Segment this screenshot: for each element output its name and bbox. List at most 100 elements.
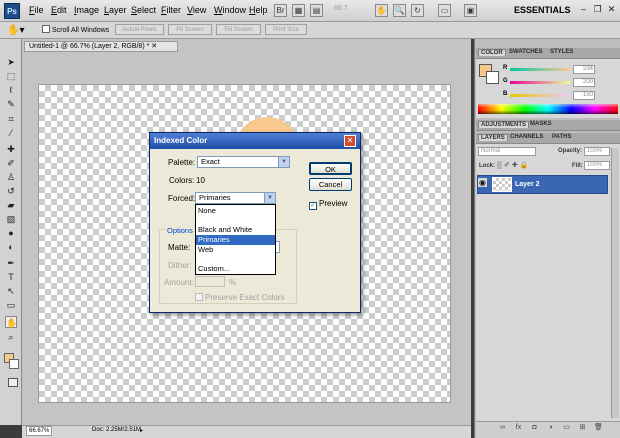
history-brush-tool-icon[interactable]: ↺ (5, 185, 17, 197)
fit-screen-button[interactable]: Fit Screen (168, 24, 212, 35)
color-spectrum-bar[interactable] (478, 104, 618, 114)
checkbox-icon[interactable] (42, 25, 50, 33)
move-tool-icon[interactable]: ➤ (5, 56, 17, 68)
color-panel-background-swatch[interactable] (486, 71, 499, 84)
blend-mode-select[interactable]: Normal (478, 147, 536, 156)
palette-select[interactable]: Exact ▼ (197, 156, 290, 168)
blur-tool-icon[interactable]: ● (5, 227, 17, 239)
preserve-exact-colors[interactable]: Preserve Exact Colors (195, 293, 285, 302)
layers-scrollbar[interactable] (611, 148, 619, 418)
blue-value[interactable]: 150 (573, 91, 595, 100)
eyedropper-tool-icon[interactable]: ⁄ (5, 127, 17, 139)
minibridge-icon[interactable]: ▦ (292, 4, 305, 17)
hand-icon[interactable]: ✋ (375, 4, 388, 17)
preview-checkbox[interactable]: ✓ Preview (309, 199, 347, 210)
close-icon[interactable]: ✕ (606, 4, 617, 15)
screen-mode-icon[interactable]: ▭ (438, 4, 451, 17)
dropdown-item-web[interactable]: Web (196, 245, 275, 255)
eraser-tool-icon[interactable]: ▰ (5, 199, 17, 211)
background-color-swatch[interactable] (9, 359, 19, 369)
tab-color[interactable]: COLOR (478, 49, 506, 56)
menu-file[interactable]: File (29, 5, 44, 15)
close-tab-icon[interactable]: ✕ (151, 43, 157, 50)
red-value[interactable]: 234 (573, 65, 595, 74)
layer-mask-icon[interactable]: ◘ (530, 423, 539, 432)
shape-tool-icon[interactable]: ▭ (5, 299, 17, 311)
lock-icons[interactable]: ▒✐✚🔒 (497, 161, 530, 169)
layer-style-icon[interactable]: fx (514, 423, 523, 432)
quick-mask-icon[interactable] (8, 378, 18, 387)
tab-layers[interactable]: LAYERS (478, 134, 508, 141)
menu-help[interactable]: Help (249, 5, 268, 15)
dodge-tool-icon[interactable]: ◐ (5, 241, 17, 253)
healing-brush-tool-icon[interactable]: ✚ (5, 143, 17, 155)
zoom-field[interactable]: 66.67% (26, 426, 52, 436)
document-tab[interactable]: Untitled-1 @ 66.7% (Layer 2, RGB/8) * ✕ (24, 41, 178, 52)
print-size-button[interactable]: Print Size (265, 24, 307, 35)
chevron-down-icon[interactable]: ▼ (264, 193, 275, 203)
quick-selection-tool-icon[interactable]: ✎ (5, 98, 17, 110)
opacity-field[interactable]: 100% (584, 147, 610, 156)
menu-image[interactable]: Image (74, 5, 99, 15)
fill-screen-button[interactable]: Fill Screen (216, 24, 261, 35)
tab-adjustments[interactable]: ADJUSTMENTS (478, 121, 530, 128)
brush-tool-icon[interactable]: ✐ (5, 157, 17, 169)
tab-styles[interactable]: STYLES (550, 49, 573, 55)
group-icon[interactable]: ▭ (562, 423, 571, 432)
hand-tool-preset-icon[interactable]: ✋▾ (7, 24, 33, 37)
dialog-close-icon[interactable]: ✕ (344, 135, 356, 147)
amount-field[interactable] (195, 276, 225, 287)
restore-icon[interactable]: ❐ (592, 4, 603, 15)
adjustment-layer-icon[interactable]: ◑ (546, 423, 555, 432)
tab-channels[interactable]: CHANNELS (510, 134, 543, 140)
minimize-icon[interactable]: – (578, 4, 589, 15)
zoom-level-menu[interactable]: 66.7 (334, 5, 348, 12)
zoom-tool-icon[interactable]: ⌕ (5, 331, 17, 343)
zoom-icon[interactable]: 🔍 (393, 4, 406, 17)
pen-tool-icon[interactable]: ✒ (5, 257, 17, 269)
hand-tool-icon[interactable]: ✋ (5, 316, 17, 328)
lasso-tool-icon[interactable]: ℓ (5, 84, 17, 96)
dropdown-item-none[interactable]: None (196, 206, 275, 216)
forced-select[interactable]: Primaries ▼ (195, 192, 276, 204)
status-menu-arrow-icon[interactable]: ▸ (140, 427, 143, 434)
new-layer-icon[interactable]: ⊞ (578, 423, 587, 432)
workspace-switcher[interactable]: ESSENTIALS (514, 5, 571, 15)
red-slider[interactable] (510, 68, 570, 71)
check-icon[interactable]: ✓ (309, 202, 317, 210)
menu-select[interactable]: Select (131, 5, 156, 15)
tab-swatches[interactable]: SWATCHES (509, 49, 543, 55)
link-layers-icon[interactable]: ∞ (498, 423, 507, 432)
trash-icon[interactable]: 🗑 (594, 423, 603, 432)
dropdown-item-black-and-white[interactable]: Black and White (196, 225, 275, 235)
clone-stamp-tool-icon[interactable]: ♙ (5, 171, 17, 183)
blue-slider[interactable] (510, 94, 570, 97)
rotate-view-icon[interactable]: ↻ (411, 4, 424, 17)
menu-layer[interactable]: Layer (104, 5, 127, 15)
path-selection-tool-icon[interactable]: ↖ (5, 285, 17, 297)
menu-edit[interactable]: Edit (51, 5, 67, 15)
menu-window[interactable]: Window (214, 5, 246, 15)
tab-masks[interactable]: MASKS (530, 121, 552, 127)
chevron-down-icon[interactable]: ▼ (278, 157, 289, 167)
doc-info[interactable]: Doc: 2.25M/2.51M (92, 427, 141, 433)
dropdown-item-custom[interactable]: Custom... (196, 264, 275, 274)
extras-icon[interactable]: ▣ (464, 4, 477, 17)
fill-field[interactable]: 100% (584, 161, 610, 170)
eye-icon[interactable]: ◉ (478, 178, 487, 187)
actual-pixels-button[interactable]: Actual Pixels (115, 24, 164, 35)
green-slider[interactable] (510, 81, 570, 84)
dropdown-item-primaries[interactable]: Primaries (196, 235, 275, 245)
type-tool-icon[interactable]: T (5, 271, 17, 283)
cancel-button[interactable]: Cancel (309, 178, 352, 191)
menu-filter[interactable]: Filter (161, 5, 181, 15)
tab-paths[interactable]: PATHS (552, 134, 571, 140)
bridge-icon[interactable]: Br (274, 4, 287, 17)
arrange-icon[interactable]: ▤ (310, 4, 323, 17)
checkbox-icon[interactable] (195, 293, 203, 301)
crop-tool-icon[interactable]: ⌗ (5, 113, 17, 125)
marquee-tool-icon[interactable]: ⬚ (5, 70, 17, 82)
gradient-tool-icon[interactable]: ▧ (5, 213, 17, 225)
green-value[interactable]: 200 (573, 78, 595, 87)
menu-view[interactable]: View (187, 5, 206, 15)
